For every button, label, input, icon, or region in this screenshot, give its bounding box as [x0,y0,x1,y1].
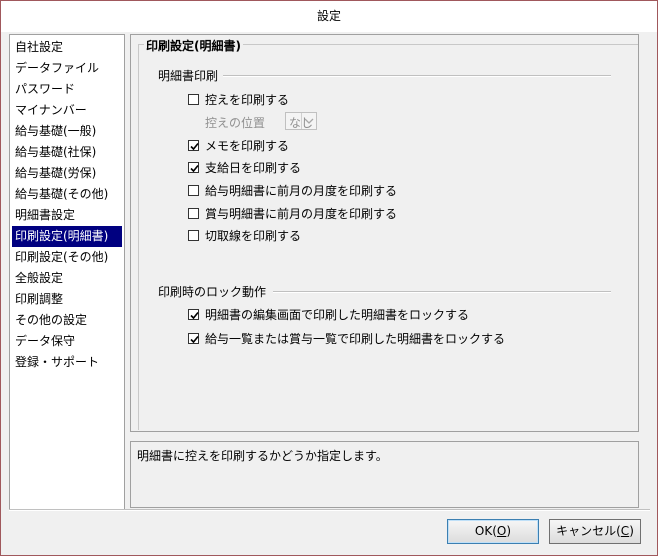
window-title: 設定 [1,1,657,32]
sidebar-item-print-adjust[interactable]: 印刷調整 [12,289,122,310]
sidebar-item-print-other[interactable]: 印刷設定(その他) [12,247,122,268]
sidebar-item-password[interactable]: パスワード [12,79,122,100]
checkbox-label: 明細書の編集画面で印刷した明細書をロックする [205,307,470,322]
checkbox-box[interactable] [188,332,199,344]
section-label-statement-print: 明細書印刷 [158,67,223,84]
checkbox-label: 控えを印刷する [205,92,290,107]
sidebar-item-other-settings[interactable]: その他の設定 [12,310,122,331]
sidebar-item-print-statement[interactable]: 印刷設定(明細書) [12,226,122,247]
checkbox-box[interactable] [188,139,199,151]
checkbox-label: 給与一覧または賞与一覧で印刷した明細書をロックする [205,331,506,346]
checkbox-label: 給与明細書に前月の月度を印刷する [205,183,398,198]
checkbox-box[interactable] [188,207,199,219]
sidebar-item-salary-other[interactable]: 給与基礎(その他) [12,184,122,205]
section-label-lock-behavior: 印刷時のロック動作 [158,283,271,300]
ok-button[interactable]: OK(O) [447,519,539,544]
checkbox-box[interactable] [188,308,199,320]
sidebar-item-general[interactable]: 全般設定 [12,268,122,289]
checkbox-print-cut-line[interactable]: 切取線を印刷する [188,226,301,244]
section-divider [273,291,611,293]
checkbox-label: 支給日を印刷する [205,160,302,175]
checkbox-box[interactable] [188,161,199,173]
description-text: 明細書に控えを印刷するかどうか指定します。 [137,449,388,463]
sidebar-item-salary-social-insurance[interactable]: 給与基礎(社保) [12,142,122,163]
checkbox-print-copy[interactable]: 控えを印刷する [188,90,289,108]
checkbox-box[interactable] [188,229,199,241]
sidebar-item-data-maintenance[interactable]: データ保守 [12,331,122,352]
section-divider [223,75,611,77]
checkbox-box[interactable] [188,184,199,196]
footer-divider [9,509,650,511]
copy-position-select[interactable]: なし [285,112,317,130]
settings-panel: 印刷設定(明細書) 明細書印刷 控えを印刷する 控えの位置 なし メモを印刷する… [130,34,639,432]
sidebar-item-registration-support[interactable]: 登録・サポート [12,352,122,373]
cancel-button[interactable]: キャンセル(C) [549,519,641,544]
sidebar-item-company[interactable]: 自社設定 [12,37,122,58]
copy-position-label: 控えの位置 [205,116,266,130]
checkbox-print-memo[interactable]: メモを印刷する [188,136,289,154]
checkbox-box[interactable] [188,93,199,105]
group-title: 印刷設定(明細書) [144,37,243,54]
checkbox-label: 切取線を印刷する [205,228,302,243]
checkbox-salary-prev-month[interactable]: 給与明細書に前月の月度を印刷する [188,181,397,199]
checkbox-lock-list-print[interactable]: 給与一覧または賞与一覧で印刷した明細書をロックする [188,329,505,347]
description-panel: 明細書に控えを印刷するかどうか指定します。 [130,441,639,508]
checkbox-bonus-prev-month[interactable]: 賞与明細書に前月の月度を印刷する [188,204,397,222]
chevron-down-icon [301,113,316,129]
checkbox-lock-edit-screen[interactable]: 明細書の編集画面で印刷した明細書をロックする [188,305,469,323]
checkbox-label: 賞与明細書に前月の月度を印刷する [205,206,398,221]
sidebar-item-salary-general[interactable]: 給与基礎(一般) [12,121,122,142]
sidebar-item-salary-labor-insurance[interactable]: 給与基礎(労保) [12,163,122,184]
checkbox-print-pay-date[interactable]: 支給日を印刷する [188,158,301,176]
sidebar-item-my-number[interactable]: マイナンバー [12,100,122,121]
settings-category-list[interactable]: 自社設定 データファイル パスワード マイナンバー 給与基礎(一般) 給与基礎(… [9,34,125,510]
sidebar-item-statement-settings[interactable]: 明細書設定 [12,205,122,226]
checkbox-label: メモを印刷する [205,138,290,153]
settings-dialog: 設定 自社設定 データファイル パスワード マイナンバー 給与基礎(一般) 給与… [0,0,658,556]
sidebar-item-data-file[interactable]: データファイル [12,58,122,79]
